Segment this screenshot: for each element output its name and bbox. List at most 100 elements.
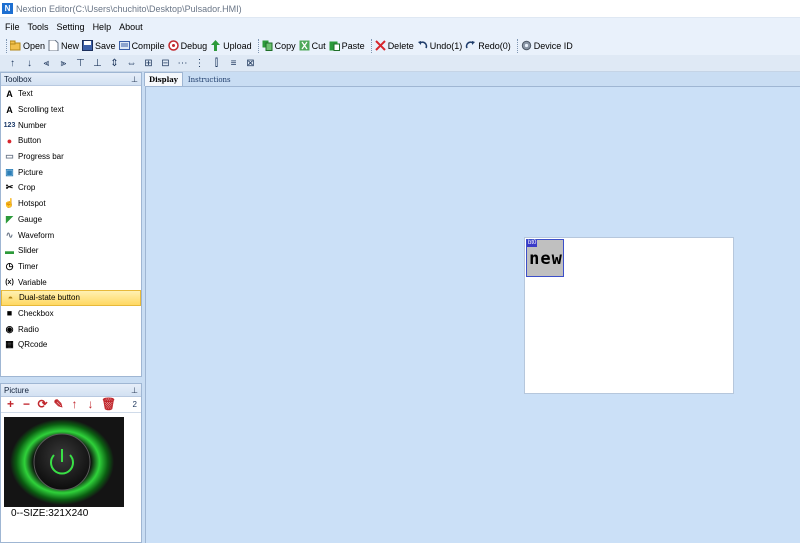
equal-spacing-h-icon[interactable]: ⫿: [211, 58, 222, 69]
waveform-icon: ∿: [5, 229, 14, 240]
main-toolbar: Open New Save Compile Debug Upload Copy …: [0, 36, 800, 55]
align-bottom-icon[interactable]: ⊥: [92, 58, 103, 69]
device-id-button[interactable]: Device ID: [521, 38, 573, 53]
debug-icon: [167, 40, 179, 51]
picture-thumbnail[interactable]: [4, 417, 124, 507]
toolbox-item-label: Dual-state button: [19, 293, 80, 303]
nextion-app-icon: N: [2, 3, 13, 14]
edit-icon[interactable]: ✎: [53, 398, 64, 410]
align-right-icon[interactable]: ⫸: [58, 58, 69, 69]
paste-icon: [329, 40, 340, 51]
number-icon: 123: [3, 121, 16, 129]
same-height-icon[interactable]: ⊟: [160, 58, 171, 69]
variable-icon: (x): [5, 278, 14, 286]
menu-help[interactable]: Help: [93, 22, 112, 32]
pin-icon[interactable]: ⊥: [131, 75, 138, 84]
toolbar-grip: [6, 38, 7, 53]
menu-tools[interactable]: Tools: [28, 22, 49, 32]
cut-icon: [299, 40, 310, 51]
toolbox-item-button[interactable]: ● Button: [1, 133, 141, 149]
toolbox-item-gauge[interactable]: ◤ Gauge: [1, 212, 141, 228]
toolbox-item-progress-bar[interactable]: ▭ Progress bar: [1, 149, 141, 165]
open-button[interactable]: Open: [9, 38, 45, 53]
checkbox-icon: ■: [6, 308, 13, 319]
toolbox-item-label: Progress bar: [18, 152, 64, 162]
toolbox-item-hotspot[interactable]: ☝ Hotspot: [1, 196, 141, 212]
timer-icon: ◷: [5, 260, 14, 271]
cut-button[interactable]: Cut: [299, 38, 326, 53]
redo-button[interactable]: Redo(0): [465, 38, 511, 53]
move-up-icon[interactable]: ↑: [69, 398, 80, 410]
add-icon[interactable]: +: [5, 398, 16, 410]
tab-instructions[interactable]: Instructions: [184, 74, 235, 86]
menu-about[interactable]: About: [119, 22, 143, 32]
delete-button[interactable]: Delete: [374, 38, 414, 53]
alignment-toolbar: ↑ ↓ ⫷ ⫸ ⊤ ⊥ ⇕ ⇔ ⊞ ⊟ ⋯ ⋮ ⫿ ≡ ⊠: [0, 55, 800, 72]
send-backward-icon[interactable]: ↓: [24, 58, 35, 69]
new-button[interactable]: New: [48, 38, 79, 53]
picture-toolbar: + − ⟳ ✎ ↑ ↓ 🗑 2: [1, 397, 141, 413]
align-top-icon[interactable]: ⊤: [75, 58, 86, 69]
toolbox-item-picture[interactable]: ▣ Picture: [1, 164, 141, 180]
scrolling-text-icon: A: [6, 104, 13, 115]
toolbox-item-dual-state-button[interactable]: ◓ Dual-state button: [1, 289, 141, 306]
dual-state-button-icon: ◓: [7, 292, 14, 303]
align-left-icon[interactable]: ⫷: [41, 58, 52, 69]
bring-forward-icon[interactable]: ↑: [7, 58, 18, 69]
toolbox-item-waveform[interactable]: ∿ Waveform: [1, 227, 141, 243]
replace-icon[interactable]: ⟳: [37, 398, 48, 410]
toolbox-item-variable[interactable]: (x) Variable: [1, 274, 141, 290]
design-canvas[interactable]: bt0 new: [145, 86, 800, 543]
toolbox-item-label: Gauge: [18, 214, 43, 224]
toolbox-item-slider[interactable]: ▬ Slider: [1, 243, 141, 259]
picture-panel-title: Picture: [4, 385, 29, 395]
toolbox-item-text[interactable]: A Text: [1, 86, 141, 102]
toolbox-item-label: Radio: [18, 324, 39, 334]
paste-button[interactable]: Paste: [329, 38, 365, 53]
toolbox-item-crop[interactable]: ✂ Crop: [1, 180, 141, 196]
remove-icon[interactable]: −: [21, 398, 32, 410]
undo-button[interactable]: Undo(1): [417, 38, 462, 53]
toolbox-title: Toolbox: [4, 74, 32, 84]
upload-button[interactable]: Upload: [210, 38, 252, 53]
toolbox-item-radio[interactable]: ◉ Radio: [1, 321, 141, 337]
title-bar: N Nextion Editor(C:\Users\chuchito\Deskt…: [0, 0, 800, 18]
toolbox-item-label: Timer: [18, 261, 39, 271]
grid-icon[interactable]: ⊠: [245, 58, 256, 69]
toolbox-list: A Text A Scrolling text 123 Number ● Button ▭ Pro…: [1, 86, 141, 353]
distribute-horizontal-icon[interactable]: ⋯: [177, 58, 188, 69]
same-width-icon[interactable]: ⊞: [143, 58, 154, 69]
tab-display[interactable]: Display: [144, 72, 183, 86]
menu-file[interactable]: File: [5, 22, 20, 32]
toolbox-item-label: Number: [18, 120, 47, 130]
toolbox-item-label: Slider: [18, 246, 39, 256]
save-button[interactable]: Save: [82, 38, 116, 53]
upload-icon: [210, 40, 221, 51]
power-button-image: [4, 417, 124, 507]
toolbox-item-label: Picture: [18, 167, 43, 177]
center-horizontal-icon[interactable]: ⇔: [126, 58, 137, 69]
toolbar-separator: [516, 38, 518, 53]
move-down-icon[interactable]: ↓: [85, 398, 96, 410]
undo-icon: [417, 40, 428, 51]
menu-setting[interactable]: Setting: [57, 22, 85, 32]
toolbox-item-scrolling-text[interactable]: A Scrolling text: [1, 102, 141, 118]
pin-icon[interactable]: ⊥: [131, 386, 138, 395]
hmi-page-preview[interactable]: bt0 new: [524, 237, 734, 394]
distribute-vertical-icon[interactable]: ⋮: [194, 58, 205, 69]
dual-state-button-component[interactable]: bt0 new: [526, 239, 564, 277]
copy-icon: [262, 40, 273, 51]
picture-size-caption: 0--SIZE:321X240: [11, 508, 89, 519]
toolbox-item-number[interactable]: 123 Number: [1, 117, 141, 133]
toolbox-item-checkbox[interactable]: ■ Checkbox: [1, 306, 141, 322]
save-icon: [82, 40, 94, 51]
component-id-label: bt0: [527, 240, 538, 247]
compile-button[interactable]: Compile: [118, 38, 165, 53]
toolbox-item-timer[interactable]: ◷ Timer: [1, 259, 141, 275]
trash-icon[interactable]: 🗑: [101, 398, 116, 410]
toolbox-item-qrcode[interactable]: ▦ QRcode: [1, 337, 141, 353]
debug-button[interactable]: Debug: [167, 38, 207, 53]
center-vertical-icon[interactable]: ⇕: [109, 58, 120, 69]
copy-button[interactable]: Copy: [262, 38, 296, 53]
equal-spacing-v-icon[interactable]: ≡: [228, 58, 239, 69]
